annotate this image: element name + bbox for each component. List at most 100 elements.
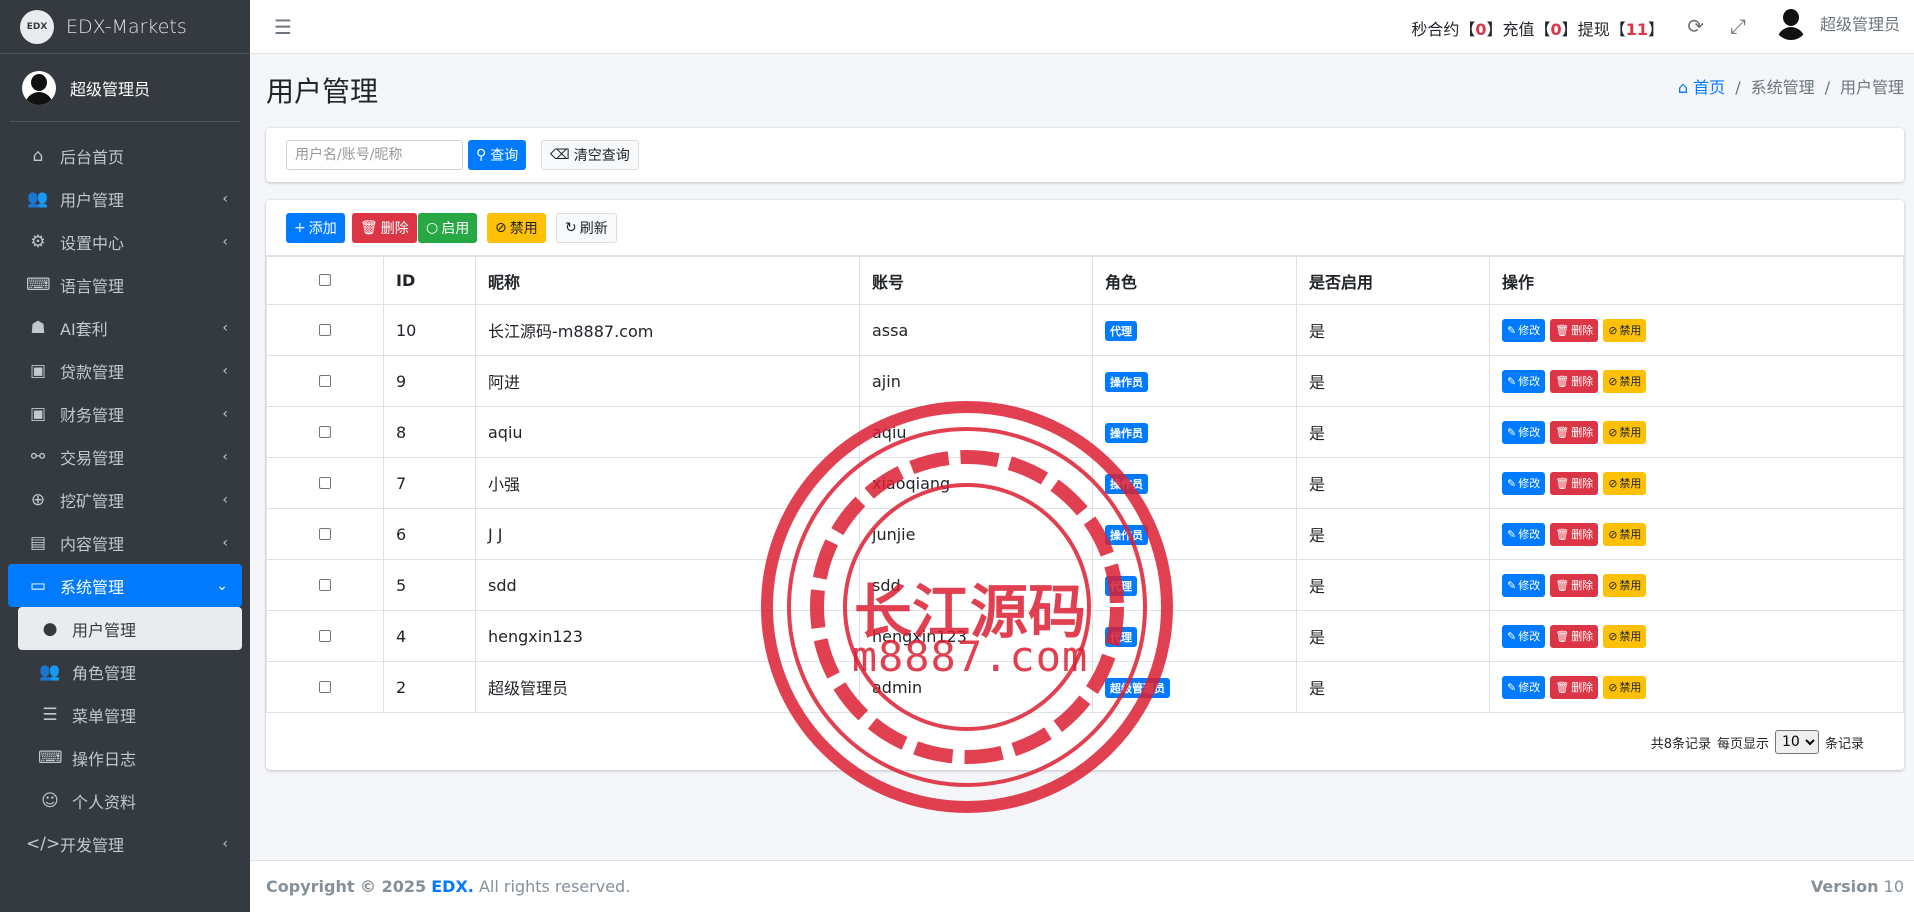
select-all-checkbox-cell bbox=[266, 256, 384, 305]
ban-icon: ⊘ bbox=[495, 220, 507, 236]
cogs-icon: ⚙ bbox=[30, 231, 46, 252]
total-records: 共8条记录 bbox=[1650, 736, 1711, 752]
sidebar-item[interactable]: ⌂ 后台首页 bbox=[8, 134, 242, 177]
row-edit-button[interactable]: ✎ 修改 bbox=[1502, 471, 1546, 495]
row-edit-button[interactable]: ✎ 修改 bbox=[1502, 624, 1546, 648]
sidebar-item[interactable]: ⚙ 设置中心 ‹ bbox=[8, 220, 242, 263]
row-checkbox[interactable] bbox=[319, 425, 331, 438]
fullscreen-icon[interactable]: ⤢ bbox=[1730, 14, 1746, 38]
brand-link[interactable]: EDX EDX-Markets bbox=[0, 0, 250, 54]
sidebar-item[interactable]: ▣ 财务管理 ‹ bbox=[8, 392, 242, 435]
keyboard-icon: ⌨ bbox=[38, 747, 63, 768]
trash-icon: 🗑 bbox=[1555, 629, 1570, 643]
cell-account: aqiu bbox=[859, 406, 1093, 458]
top-user-menu[interactable]: 超级管理员 bbox=[1773, 6, 1900, 40]
sidebar-item[interactable]: ▭ 系统管理 ⌄ bbox=[8, 564, 242, 607]
cell-account: ajin bbox=[859, 355, 1093, 407]
refresh-icon[interactable]: ⟳ bbox=[1687, 14, 1704, 38]
sidebar-item[interactable]: </> 开发管理 ‹ bbox=[8, 822, 242, 865]
row-delete-button[interactable]: 🗑 删除 bbox=[1550, 573, 1599, 597]
sidebar-item[interactable]: ● 用户管理 bbox=[18, 607, 242, 650]
col-account[interactable]: 账号 bbox=[859, 256, 1093, 305]
row-edit-button[interactable]: ✎ 修改 bbox=[1502, 675, 1546, 699]
cell-role: 操作员 bbox=[1092, 457, 1297, 509]
breadcrumb: ⌂ 首页 / 系统管理 / 用户管理 bbox=[1677, 78, 1904, 97]
per-page-select[interactable]: 10 bbox=[1774, 730, 1819, 754]
row-delete-button[interactable]: 🗑 删除 bbox=[1550, 420, 1599, 444]
row-disable-button[interactable]: ⊘ 禁用 bbox=[1603, 369, 1647, 393]
row-disable-button[interactable]: ⊘ 禁用 bbox=[1603, 420, 1647, 444]
disable-button[interactable]: ⊘ 禁用 bbox=[487, 213, 546, 243]
row-disable-label: 禁用 bbox=[1619, 477, 1642, 490]
row-checkbox[interactable] bbox=[319, 476, 331, 489]
chevron-left-icon: ‹ bbox=[222, 835, 228, 852]
row-checkbox[interactable] bbox=[319, 680, 331, 693]
stat-value-withdraw[interactable]: 11 bbox=[1626, 20, 1648, 39]
sidebar-item[interactable]: ☗ AI套利 ‹ bbox=[8, 306, 242, 349]
smile-icon: ☺ bbox=[41, 790, 59, 811]
col-enabled[interactable]: 是否启用 bbox=[1296, 256, 1490, 305]
col-role[interactable]: 角色 bbox=[1092, 256, 1297, 305]
table-card: + 添加 🗑 删除 ○ 启用 ⊘ 禁用 ↻ 刷新 ID 昵称 账号 角色 是否启用 操作 … bbox=[266, 200, 1904, 770]
row-delete-button[interactable]: 🗑 删除 bbox=[1550, 369, 1599, 393]
breadcrumb-home[interactable]: ⌂ 首页 bbox=[1678, 78, 1725, 97]
row-disable-button[interactable]: ⊘ 禁用 bbox=[1603, 471, 1647, 495]
sidebar-item[interactable]: 👥 用户管理 ‹ bbox=[8, 177, 242, 220]
row-checkbox[interactable] bbox=[319, 527, 331, 540]
row-checkbox[interactable] bbox=[319, 578, 331, 591]
sidebar-item[interactable]: ▣ 贷款管理 ‹ bbox=[8, 349, 242, 392]
footer-brand-link[interactable]: EDX. bbox=[431, 877, 474, 896]
row-disable-button[interactable]: ⊘ 禁用 bbox=[1603, 318, 1647, 342]
cell-account: xiaoqiang bbox=[859, 457, 1093, 509]
row-edit-button[interactable]: ✎ 修改 bbox=[1502, 369, 1546, 393]
row-delete-button[interactable]: 🗑 删除 bbox=[1550, 471, 1599, 495]
row-edit-label: 修改 bbox=[1518, 681, 1541, 694]
cell-actions: ✎ 修改 🗑 删除 ⊘ 禁用 bbox=[1489, 406, 1904, 458]
trash-icon: 🗑 bbox=[360, 220, 378, 236]
row-disable-button[interactable]: ⊘ 禁用 bbox=[1603, 624, 1647, 648]
search-input[interactable] bbox=[286, 140, 463, 170]
query-button[interactable]: ⚲ 查询 bbox=[468, 140, 527, 170]
row-disable-button[interactable]: ⊘ 禁用 bbox=[1603, 522, 1647, 546]
sidebar-item[interactable]: ☺ 个人资料 bbox=[18, 779, 242, 822]
table-toolbar: + 添加 🗑 删除 ○ 启用 ⊘ 禁用 ↻ 刷新 bbox=[266, 200, 1904, 256]
row-edit-button[interactable]: ✎ 修改 bbox=[1502, 318, 1546, 342]
row-edit-button[interactable]: ✎ 修改 bbox=[1502, 420, 1546, 444]
row-checkbox[interactable] bbox=[319, 323, 331, 336]
pencil-icon: ✎ bbox=[1507, 680, 1517, 694]
row-checkbox[interactable] bbox=[319, 374, 331, 387]
row-checkbox[interactable] bbox=[319, 629, 331, 642]
sidebar-item[interactable]: ☰ 菜单管理 bbox=[18, 693, 242, 736]
stat-value-recharge[interactable]: 0 bbox=[1551, 20, 1562, 39]
sidebar-item[interactable]: 👥 角色管理 bbox=[18, 650, 242, 693]
sidebar-item[interactable]: ⌨ 操作日志 bbox=[18, 736, 242, 779]
row-edit-button[interactable]: ✎ 修改 bbox=[1502, 573, 1546, 597]
row-delete-button[interactable]: 🗑 删除 bbox=[1550, 675, 1599, 699]
stat-value-contract[interactable]: 0 bbox=[1475, 20, 1486, 39]
row-disable-label: 禁用 bbox=[1619, 426, 1642, 439]
menu-toggle-icon[interactable]: ☰ bbox=[274, 15, 292, 39]
row-delete-button[interactable]: 🗑 删除 bbox=[1550, 624, 1599, 648]
select-all-checkbox[interactable] bbox=[319, 274, 331, 286]
clear-query-button[interactable]: ⌫ 清空查询 bbox=[541, 140, 639, 170]
row-disable-button[interactable]: ⊘ 禁用 bbox=[1603, 675, 1647, 699]
refresh-button[interactable]: ↻ 刷新 bbox=[556, 213, 617, 243]
row-disable-button[interactable]: ⊘ 禁用 bbox=[1603, 573, 1647, 597]
sidebar-item[interactable]: ⚯ 交易管理 ‹ bbox=[8, 435, 242, 478]
row-delete-button[interactable]: 🗑 删除 bbox=[1550, 318, 1599, 342]
add-button[interactable]: + 添加 bbox=[286, 213, 345, 243]
sidebar-item-label: 后台首页 bbox=[60, 147, 125, 167]
cell-id: 10 bbox=[383, 304, 476, 356]
sidebar-item[interactable]: ▤ 内容管理 ‹ bbox=[8, 521, 242, 564]
enable-label: 启用 bbox=[441, 221, 470, 237]
col-id[interactable]: ID bbox=[383, 256, 476, 305]
row-edit-button[interactable]: ✎ 修改 bbox=[1502, 522, 1546, 546]
sidebar-item[interactable]: ⊕ 挖矿管理 ‹ bbox=[8, 478, 242, 521]
col-nickname[interactable]: 昵称 bbox=[475, 256, 860, 305]
enable-button[interactable]: ○ 启用 bbox=[418, 213, 478, 243]
user-panel[interactable]: 超级管理员 bbox=[10, 54, 240, 122]
delete-button[interactable]: 🗑 删除 bbox=[352, 213, 417, 243]
sidebar-item-label: 内容管理 bbox=[60, 534, 125, 554]
row-delete-button[interactable]: 🗑 删除 bbox=[1550, 522, 1599, 546]
sidebar-item[interactable]: ⌨ 语言管理 bbox=[8, 263, 242, 306]
